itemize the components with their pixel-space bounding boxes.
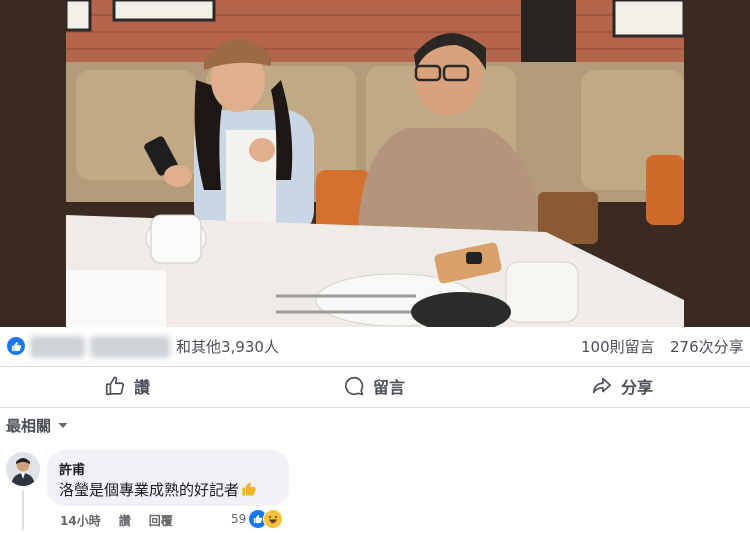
share-button-label: 分享	[621, 378, 654, 397]
comment-reaction-count: 59	[231, 512, 247, 526]
comment-reply-link[interactable]: 回覆	[149, 512, 173, 529]
comment-text: 洛瑩是個專業成熟的好記者	[59, 479, 257, 501]
sort-label: 最相關	[6, 416, 52, 435]
like-reaction-icon	[7, 337, 25, 355]
like-button-label: 讚	[134, 378, 151, 397]
like-button[interactable]: 讚	[104, 366, 150, 406]
share-count[interactable]: 276次分享	[670, 336, 744, 357]
thumbs-up-icon	[105, 376, 125, 396]
comment-count[interactable]: 100則留言	[581, 336, 655, 357]
comment-button-label: 留言	[373, 378, 406, 397]
share-arrow-icon	[592, 377, 612, 394]
comment-sort-dropdown[interactable]: 最相關	[6, 414, 69, 436]
avatar-image	[6, 452, 40, 486]
post-photo[interactable]	[66, 0, 684, 327]
comment-timestamp[interactable]: 14小時	[60, 512, 101, 529]
comment-bubble-icon	[345, 376, 364, 396]
divider	[0, 407, 750, 408]
haha-reaction-icon	[263, 509, 284, 529]
comment-meta: 14小時 讚 回覆	[60, 511, 191, 529]
photo-illustration	[66, 0, 684, 327]
reactions-summary[interactable]: 和其他3,930人 100則留言 276次分享	[0, 327, 750, 367]
thumbs-up-emoji-icon	[241, 481, 257, 501]
reactors-text[interactable]: 和其他3,930人	[176, 336, 279, 357]
comment-bubble: 許甫 洛瑩是個專業成熟的好記者	[47, 450, 289, 506]
comment-button[interactable]: 留言	[343, 366, 405, 406]
caret-down-icon	[58, 423, 68, 428]
reactor-name-redacted	[90, 336, 170, 358]
share-button[interactable]: 分享	[591, 366, 653, 406]
comment-author[interactable]: 許甫	[59, 459, 85, 478]
reply-thread-line	[22, 490, 24, 530]
comment-reactions[interactable]: 59	[231, 509, 284, 529]
post-action-bar: 讚 留言 分享	[0, 366, 750, 406]
commenter-avatar[interactable]	[6, 452, 40, 486]
reactor-name-redacted	[30, 336, 85, 358]
comment-like-link[interactable]: 讚	[119, 512, 131, 529]
